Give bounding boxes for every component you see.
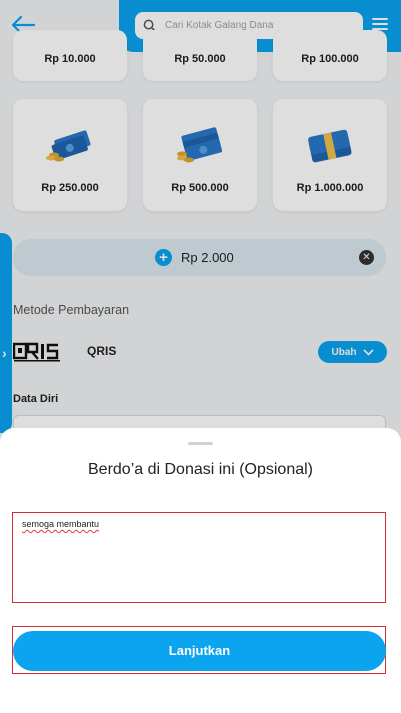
continue-button[interactable]: Lanjutkan	[13, 631, 386, 671]
prayer-textarea[interactable]: semoga membantu	[12, 512, 386, 603]
prayer-bottom-sheet: Berdo’a di Donasi ini (Opsional) semoga …	[0, 428, 401, 713]
sheet-title: Berdo’a di Donasi ini (Opsional)	[88, 461, 313, 478]
sheet-drag-handle[interactable]	[188, 442, 213, 445]
